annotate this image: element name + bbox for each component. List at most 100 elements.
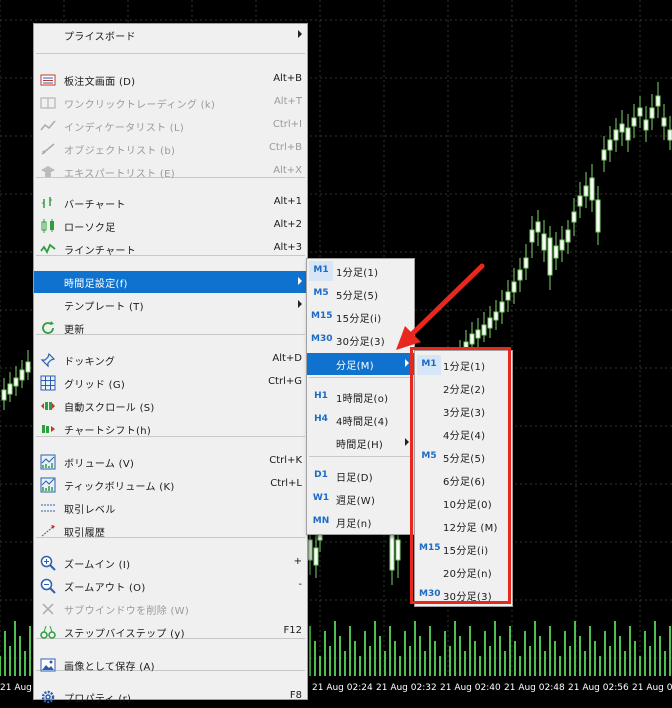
timeframe-item-8[interactable]: D1 日足(D) [307, 465, 414, 487]
menu-item-13[interactable]: グリッド (G) Ctrl+G [34, 372, 307, 394]
menu-item-3[interactable]: インディケータリスト (L) Ctrl+I [34, 115, 307, 137]
image-icon [40, 657, 56, 673]
menu-item-14[interactable]: 自動スクロール (S) [34, 395, 307, 417]
timeframe-item-1[interactable]: M5 5分足(5) [307, 283, 414, 305]
menu-item-0[interactable]: プライスボード [34, 24, 307, 46]
menu-separator [309, 377, 412, 378]
minute-item-2[interactable]: 3分足(3) [415, 400, 512, 422]
menu-item-label: サブウインドウを削除 (W) [64, 606, 190, 617]
menu-item-shortcut: Alt+1 [273, 196, 302, 207]
menu-item-label: 取引履歴 [64, 528, 106, 539]
timeframe-item-0[interactable]: M1 1分足(1) [307, 260, 414, 282]
menu-item-15[interactable]: チャートシフト(h) [34, 418, 307, 440]
time-axis-label: 21 Aug 02:48 [504, 683, 565, 693]
menu-item-2[interactable]: ワンクリックトレーディング (k) Alt+T [34, 92, 307, 114]
menu-item-22[interactable]: サブウインドウを削除 (W) [34, 598, 307, 620]
menu-item-9[interactable]: 時間足設定(f) [34, 271, 307, 293]
candle-body [1, 389, 7, 401]
menu-item-7[interactable]: ローソク足 Alt+2 [34, 215, 307, 237]
candle-body [631, 117, 637, 127]
line-chart-icon [40, 241, 56, 257]
menu-item-17[interactable]: ティックボリューム (K) Ctrl+L [34, 474, 307, 496]
zoom-out-icon [40, 578, 56, 594]
candle-body [487, 317, 493, 329]
candle-body [517, 269, 523, 281]
refresh-icon [40, 320, 56, 336]
minute-item-8[interactable]: M15 15分足(i) [415, 538, 512, 560]
timeframe-tag: H4 [314, 414, 328, 424]
menu-item-1[interactable]: 板注文画面 (D) Alt+B [34, 69, 307, 91]
menu-item-18[interactable]: 取引レベル [34, 497, 307, 519]
timeframe-label: 日足(D) [336, 473, 374, 484]
one-click-icon [40, 95, 56, 111]
candle-body [505, 291, 511, 301]
candle-body [535, 221, 541, 233]
timeframe-item-7[interactable]: 時間足(H) [307, 432, 414, 454]
bar-chart-icon [40, 195, 56, 211]
minute-item-9[interactable]: 20分足(n) [415, 561, 512, 583]
menu-item-label: バーチャート [64, 200, 126, 211]
menu-item-6[interactable]: バーチャート Alt+1 [34, 192, 307, 214]
timeframe-item-10[interactable]: MN 月足(n) [307, 511, 414, 533]
menu-item-4[interactable]: オブジェクトリスト (b) Ctrl+B [34, 138, 307, 160]
menu-item-label: 自動スクロール (S) [64, 403, 155, 414]
menu-item-label: 板注文画面 (D) [64, 77, 136, 88]
menu-item-16[interactable]: ボリューム (V) Ctrl+K [34, 451, 307, 473]
candle-body [607, 139, 613, 151]
timeframe-item-3[interactable]: M30 30分足(3) [307, 329, 414, 351]
menu-item-shortcut: Ctrl+I [272, 119, 302, 130]
menu-item-23[interactable]: ステップバイステップ (y) F12 [34, 621, 307, 643]
timeframe-label: 1分足(1) [336, 268, 379, 279]
object-icon [40, 141, 56, 157]
timeframe-tag: M15 [419, 543, 441, 553]
submenu-arrow-icon [298, 30, 302, 38]
minute-item-4[interactable]: M5 5分足(5) [415, 446, 512, 468]
menu-item-24[interactable]: 画像として保存 (A) [34, 654, 307, 676]
candle-body [475, 329, 481, 339]
candle-body [559, 239, 565, 251]
candle-body [637, 107, 643, 117]
minute-item-0[interactable]: M1 1分足(1) [415, 354, 512, 376]
candlestick-icon [40, 218, 56, 234]
timeframe-tag: M1 [421, 359, 437, 369]
menu-item-shortcut: Alt+T [273, 96, 302, 107]
candle-body [511, 281, 517, 293]
menu-item-19[interactable]: 取引履歴 [34, 520, 307, 542]
timeframe-tag: M30 [311, 334, 333, 344]
minute-timeframe-submenu: M1 1分足(1) 2分足(2) 3分足(3) 4分足(4) M5 5分足(5) 6分足(6)… [414, 350, 513, 607]
candle-body [313, 547, 319, 566]
minute-item-5[interactable]: 6分足(6) [415, 469, 512, 491]
minute-label: 12分足 (M) [443, 523, 498, 534]
menu-item-20[interactable]: ズームイン (I) + [34, 552, 307, 574]
menu-item-11[interactable]: 更新 [34, 317, 307, 339]
candle-body [547, 237, 553, 276]
menu-item-8[interactable]: ラインチャート Alt+3 [34, 238, 307, 260]
menu-item-25[interactable]: プロパティ (r) F8 [34, 686, 307, 708]
menu-item-shortcut: F12 [283, 625, 302, 636]
minute-item-10[interactable]: M30 30分足(3) [415, 584, 512, 606]
zoom-in-icon [40, 555, 56, 571]
candle-body [389, 529, 395, 571]
minute-item-7[interactable]: 12分足 (M) [415, 515, 512, 537]
menu-item-label: エキスパートリスト (E) [64, 169, 175, 180]
menu-item-10[interactable]: テンプレート (T) [34, 294, 307, 316]
minute-label: 6分足(6) [443, 477, 486, 488]
trade-level-icon [40, 500, 56, 516]
timeframe-item-6[interactable]: H4 4時間足(4) [307, 409, 414, 431]
timeframe-tag: W1 [312, 493, 330, 503]
menu-separator [36, 53, 305, 54]
menu-item-21[interactable]: ズームアウト (O) - [34, 575, 307, 597]
timeframe-item-5[interactable]: H1 1時間足(o) [307, 386, 414, 408]
minute-item-1[interactable]: 2分足(2) [415, 377, 512, 399]
candle-body [661, 117, 667, 127]
menu-item-12[interactable]: ドッキング Alt+D [34, 349, 307, 371]
trade-history-icon [40, 523, 56, 539]
menu-item-label: ローソク足 [64, 223, 116, 234]
gear-icon [40, 689, 56, 705]
timeframe-item-4[interactable]: 分足(M) [307, 353, 414, 375]
minute-item-6[interactable]: 10分足(0) [415, 492, 512, 514]
timeframe-item-9[interactable]: W1 週足(W) [307, 488, 414, 510]
minute-item-3[interactable]: 4分足(4) [415, 423, 512, 445]
timeframe-item-2[interactable]: M15 15分足(i) [307, 306, 414, 328]
menu-item-5[interactable]: エキスパートリスト (E) Alt+X [34, 161, 307, 183]
